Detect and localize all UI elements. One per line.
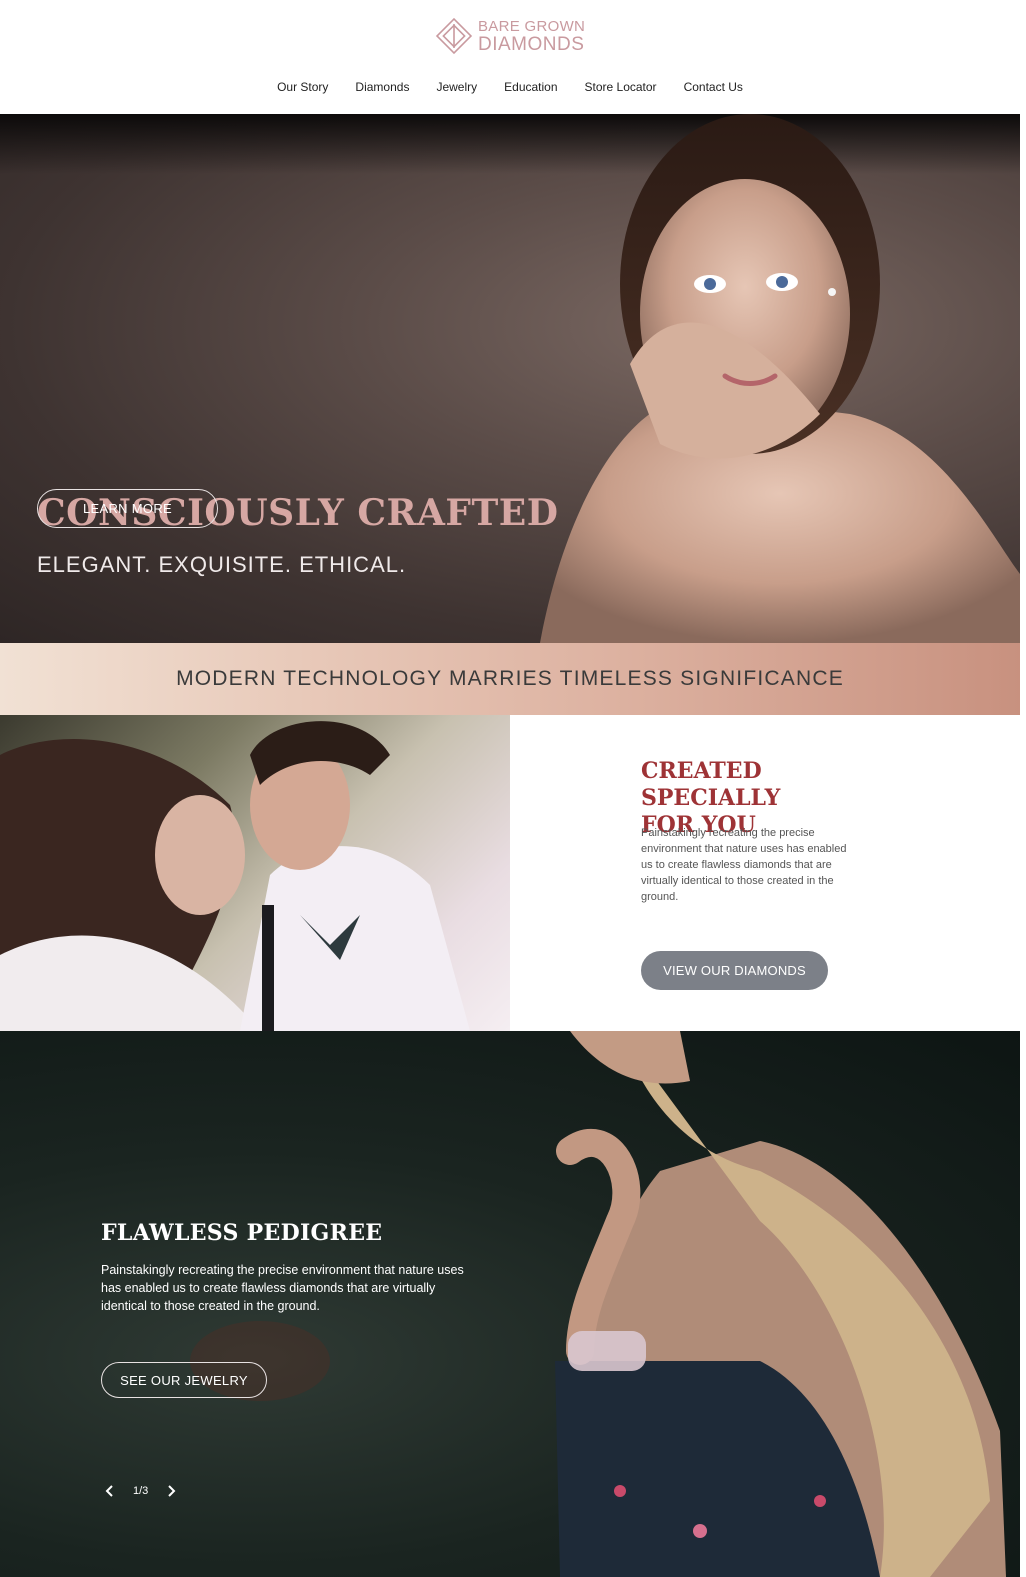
feature-title-line1: CREATED SPECIALLY	[641, 758, 781, 811]
brand-name-line2: DIAMONDS	[478, 33, 585, 55]
hero-model-image	[540, 114, 1020, 643]
pedigree-description: Painstakingly recreating the precise env…	[101, 1263, 464, 1313]
learn-more-button[interactable]: LEARN MORE	[37, 489, 218, 528]
brand-logo[interactable]: BARE GROWN DIAMONDS	[434, 16, 585, 56]
main-nav: Our Story Diamonds Jewelry Education Sto…	[0, 80, 1020, 94]
slide-counter: 1/3	[133, 1485, 149, 1497]
diamond-logo-icon	[435, 17, 473, 55]
nav-our-story[interactable]: Our Story	[264, 80, 342, 94]
chevron-right-icon[interactable]	[162, 1482, 180, 1500]
site-header: BARE GROWN DIAMONDS Our Story Diamonds J…	[0, 0, 1020, 114]
nav-contact-us[interactable]: Contact Us	[670, 80, 756, 94]
chevron-left-icon[interactable]	[101, 1482, 119, 1500]
nav-store-locator[interactable]: Store Locator	[571, 80, 670, 94]
tagline-banner: MODERN TECHNOLOGY MARRIES TIMELESS SIGNI…	[0, 643, 1020, 715]
hero-subtitle: ELEGANT. EXQUISITE. ETHICAL.	[37, 552, 407, 577]
nav-jewelry[interactable]: Jewelry	[423, 80, 491, 94]
brand-name-line1: BARE GROWN	[478, 17, 586, 35]
feature-description: Painstakingly recreating the precise env…	[641, 827, 847, 903]
nav-education[interactable]: Education	[491, 80, 571, 94]
nav-diamonds[interactable]: Diamonds	[342, 80, 423, 94]
view-our-diamonds-button[interactable]: VIEW OUR DIAMONDS	[641, 951, 828, 990]
see-our-jewelry-button[interactable]: SEE OUR JEWELRY	[101, 1362, 267, 1398]
hero-section: CONSCIOUSLY CRAFTED ELEGANT. EXQUISITE. …	[0, 114, 1020, 643]
slider-controls: 1/3	[101, 1482, 180, 1500]
couple-image	[0, 715, 510, 1031]
pedigree-title: FLAWLESS PEDIGREE	[101, 1220, 383, 1246]
banner-text: MODERN TECHNOLOGY MARRIES TIMELESS SIGNI…	[176, 667, 844, 690]
